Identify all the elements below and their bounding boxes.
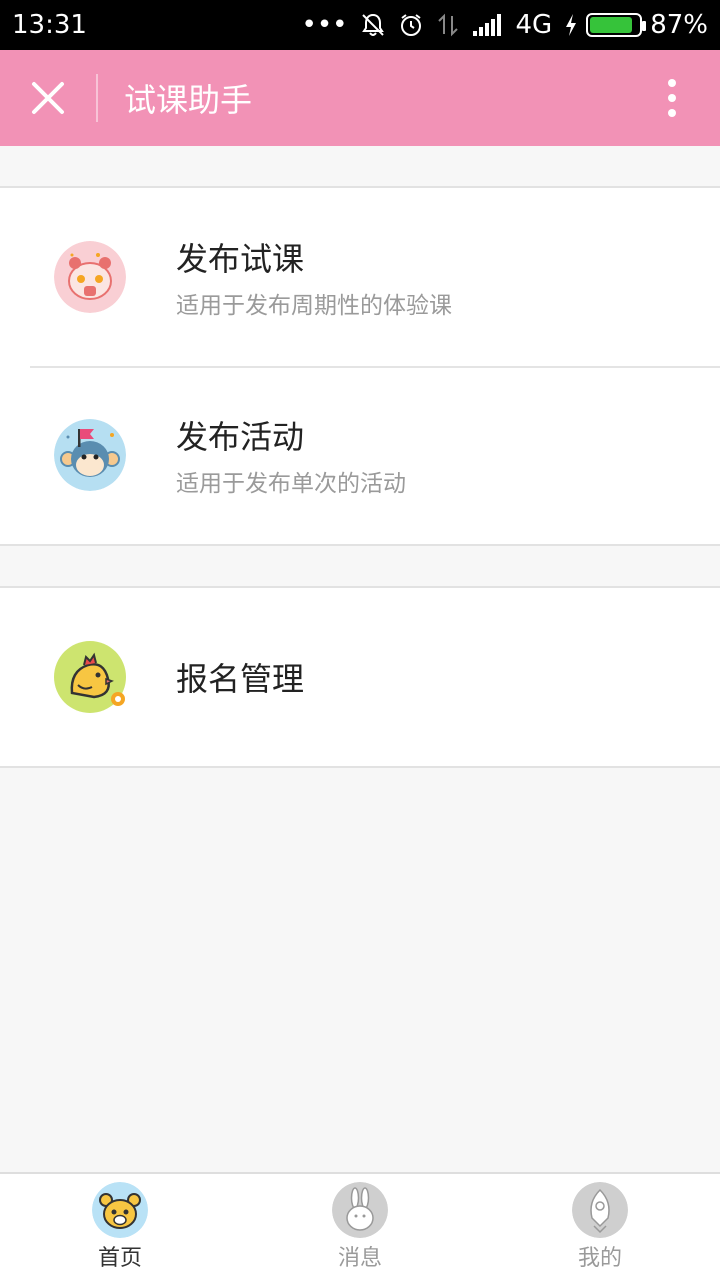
close-button[interactable] <box>0 50 96 146</box>
tab-messages-label: 消息 <box>337 1246 382 1271</box>
charging-icon <box>566 14 577 36</box>
signup-manage-title: 报名管理 <box>176 660 305 698</box>
publish-panel: 发布试课 适用于发布周期性的体验课 发布活动 适用于发布单次的活动 <box>0 186 720 546</box>
pig-icon <box>54 241 126 313</box>
battery-indicator: 87% <box>564 10 708 40</box>
tab-home-label: 首页 <box>97 1246 142 1271</box>
data-transfer-icon <box>437 13 458 37</box>
alarm-icon <box>400 14 421 36</box>
page-title: 试课助手 <box>124 81 253 119</box>
publish-event-text: 发布活动 适用于发布单次的活动 <box>176 412 406 498</box>
close-icon <box>32 82 64 114</box>
rabbit-icon <box>332 1182 388 1238</box>
signup-manage-text: 报名管理 <box>176 654 304 700</box>
publish-course-subtitle: 适用于发布周期性的体验课 <box>176 293 452 319</box>
tab-bar: 首页 消息 我的 <box>0 1172 720 1280</box>
tab-home[interactable]: 首页 <box>0 1174 240 1280</box>
signup-manage-item[interactable]: 报名管理 <box>0 588 720 766</box>
header-divider <box>96 74 98 122</box>
status-bar: 13:31 ••• 4G 87% <box>0 0 720 50</box>
publish-event-title: 发布活动 <box>176 418 305 456</box>
network-type: 4G <box>515 10 553 40</box>
bear-icon <box>92 1182 148 1238</box>
fish-icon <box>572 1182 628 1238</box>
more-button[interactable] <box>624 50 720 146</box>
publish-course-title: 发布试课 <box>176 240 305 278</box>
battery-icon <box>586 13 647 37</box>
publish-event-item[interactable]: 发布活动 适用于发布单次的活动 <box>0 366 720 544</box>
status-time: 13:31 <box>12 10 87 40</box>
chick-icon <box>54 641 126 713</box>
notification-dots: ••• <box>301 10 348 40</box>
publish-course-text: 发布试课 适用于发布周期性的体验课 <box>176 234 452 320</box>
mute-bell-icon <box>361 13 384 36</box>
publish-event-subtitle: 适用于发布单次的活动 <box>176 471 406 497</box>
tab-messages[interactable]: 消息 <box>240 1174 480 1280</box>
more-vertical-icon <box>668 79 676 117</box>
app-header: 试课助手 <box>0 50 720 146</box>
monkey-icon <box>54 419 126 491</box>
status-icons: ••• 4G 87% <box>301 10 708 40</box>
manage-panel: 报名管理 <box>0 586 720 768</box>
signal-icon <box>472 14 501 36</box>
battery-percent: 87% <box>650 10 708 40</box>
tab-profile[interactable]: 我的 <box>480 1174 720 1280</box>
battery-fill <box>590 17 632 33</box>
tab-profile-label: 我的 <box>577 1246 622 1271</box>
publish-course-item[interactable]: 发布试课 适用于发布周期性的体验课 <box>0 188 720 366</box>
